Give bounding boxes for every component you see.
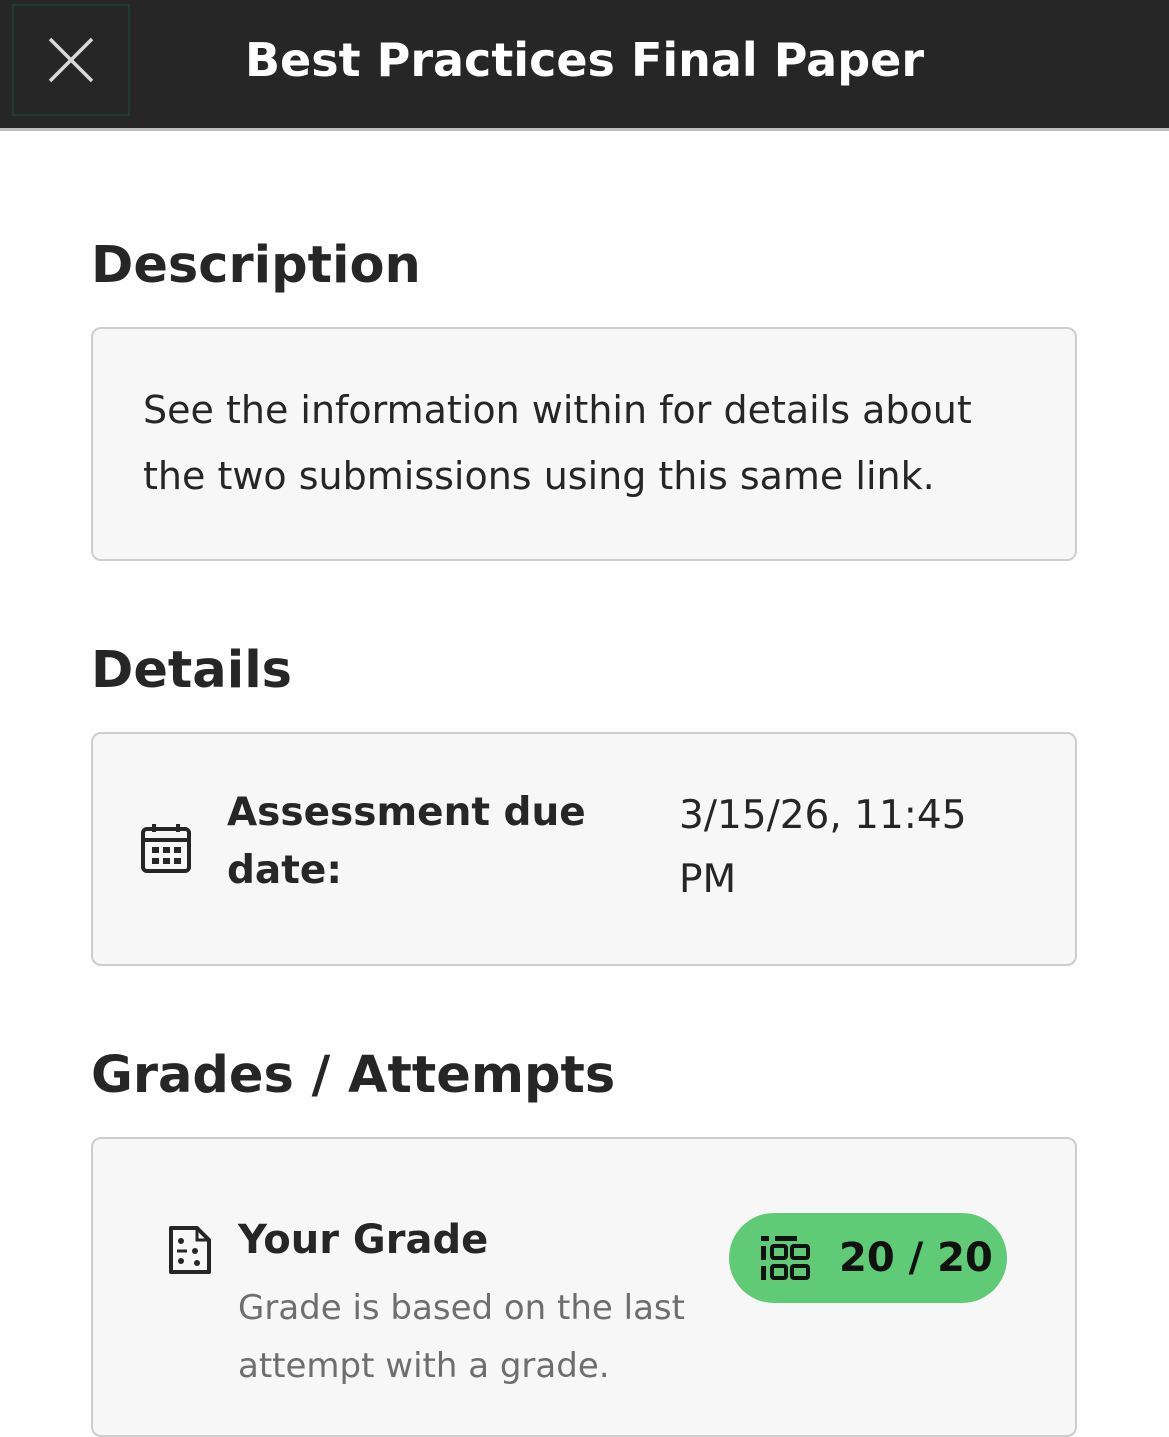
grades-heading: Grades / Attempts xyxy=(91,1046,616,1105)
description-heading: Description xyxy=(91,236,421,295)
due-date-value: 3/15/26, 11:45 PM xyxy=(679,793,967,902)
due-date-label: Assessment due date: xyxy=(227,790,586,893)
description-text: See the information within for details a… xyxy=(143,388,972,498)
details-heading: Details xyxy=(91,641,293,700)
grades-card: Your Grade Grade is based on the last at… xyxy=(91,1137,1077,1437)
close-icon xyxy=(48,37,94,83)
calendar-icon xyxy=(140,822,192,878)
your-grade-label: Your Grade xyxy=(238,1217,489,1263)
grade-note: Grade is based on the last attempt with … xyxy=(238,1288,685,1386)
details-card: Assessment due date: 3/15/26, 11:45 PM xyxy=(91,732,1077,966)
close-button[interactable] xyxy=(12,4,130,116)
description-card: See the information within for details a… xyxy=(91,327,1077,561)
top-bar: Best Practices Final Paper xyxy=(0,0,1169,131)
grade-document-icon xyxy=(167,1225,213,1279)
grade-pill[interactable]: 20 / 20 xyxy=(729,1213,1007,1303)
page-title: Best Practices Final Paper xyxy=(244,33,925,87)
grade-score: 20 / 20 xyxy=(839,1235,993,1281)
gradebook-icon xyxy=(761,1236,810,1280)
